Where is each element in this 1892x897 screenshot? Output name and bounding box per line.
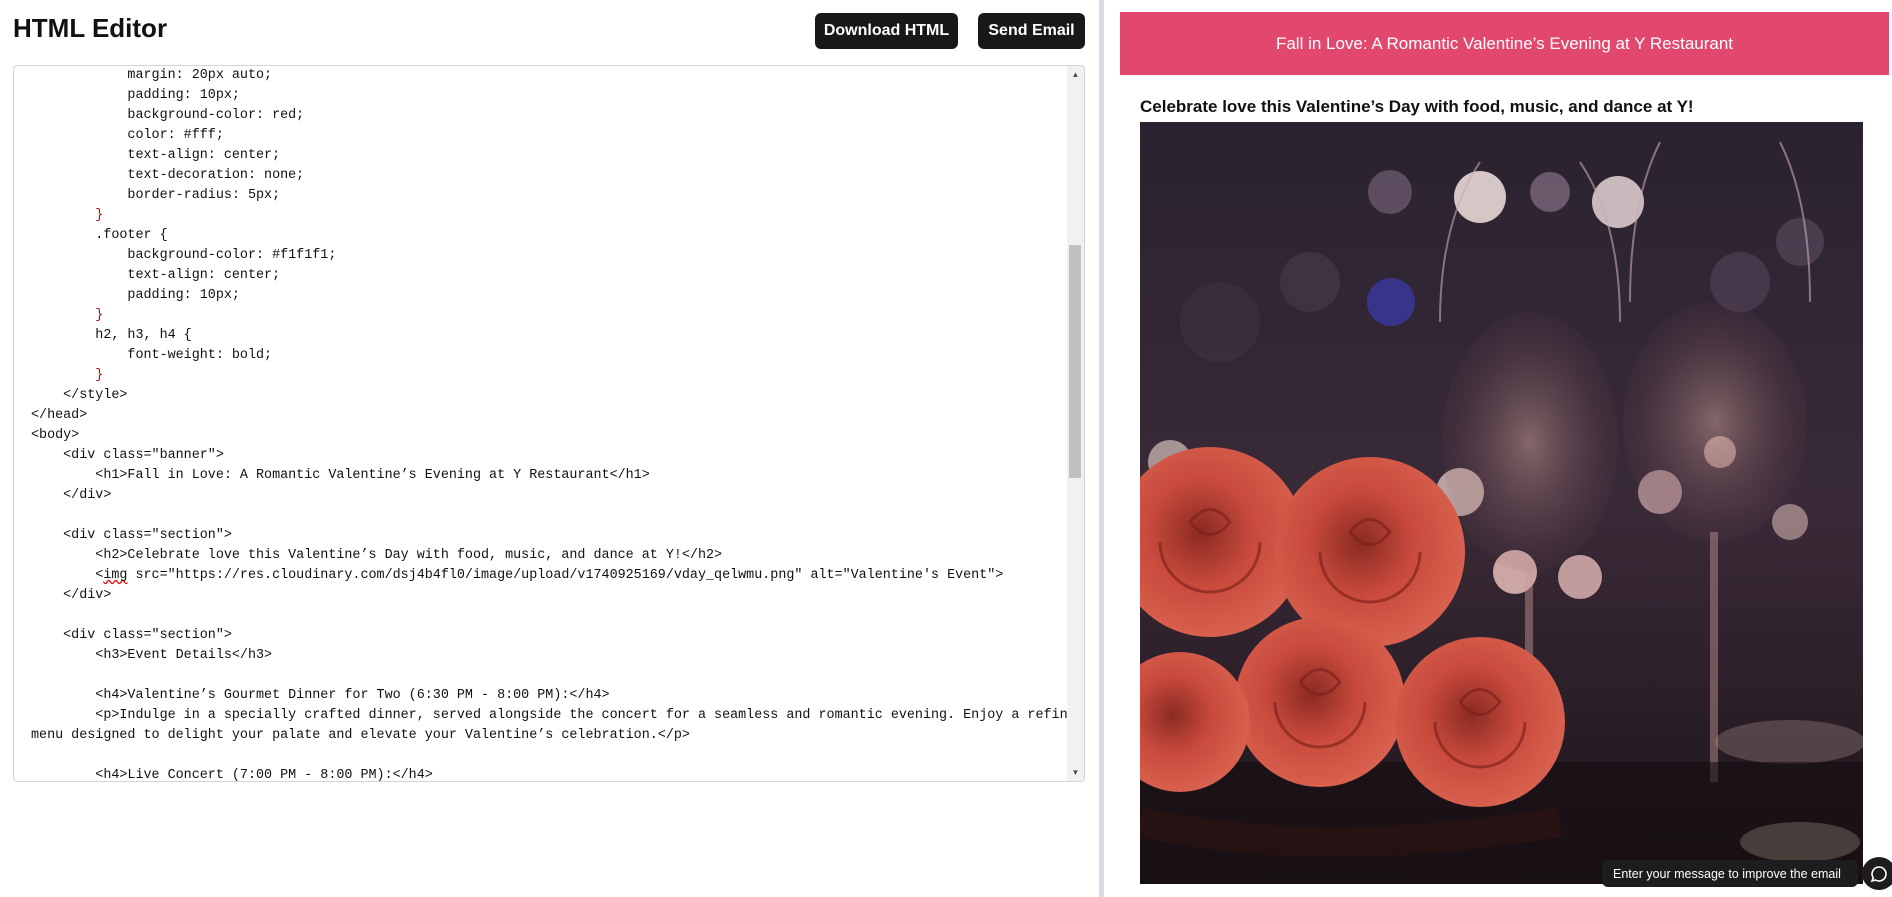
code-text[interactable]: margin: 20px auto; padding: 10px; backgr… [14, 66, 1068, 781]
page-title: HTML Editor [13, 13, 168, 43]
code-line[interactable]: text-decoration: none; [31, 166, 1068, 186]
code-line[interactable] [31, 666, 1068, 686]
code-line[interactable]: <h1>Fall in Love: A Romantic Valentine’s… [31, 466, 1068, 486]
code-line[interactable] [31, 506, 1068, 526]
preview-panel: Fall in Love: A Romantic Valentine’s Eve… [1104, 0, 1892, 897]
code-line[interactable]: text-align: center; [31, 146, 1068, 166]
code-line[interactable]: padding: 10px; [31, 86, 1068, 106]
code-line[interactable]: <div class="section"> [31, 526, 1068, 546]
chat-bubble-icon[interactable] [1862, 857, 1892, 890]
code-line[interactable]: color: #fff; [31, 126, 1068, 146]
code-line[interactable]: </head> [31, 406, 1068, 426]
code-line[interactable]: } [31, 206, 1068, 226]
code-line[interactable]: } [31, 366, 1068, 386]
code-line[interactable]: </style> [31, 386, 1068, 406]
code-line[interactable]: <body> [31, 426, 1068, 446]
code-line[interactable]: <div class="section"> [31, 626, 1068, 646]
code-line[interactable]: <h2>Celebrate love this Valentine’s Day … [31, 546, 1068, 566]
code-line[interactable]: font-weight: bold; [31, 346, 1068, 366]
code-line[interactable]: </div> [31, 486, 1068, 506]
code-line[interactable]: <p>Indulge in a specially crafted dinner… [31, 706, 1068, 726]
code-line[interactable]: <img src="https://res.cloudinary.com/dsj… [31, 566, 1068, 586]
code-line[interactable]: <h4>Live Concert (7:00 PM - 8:00 PM):</h… [31, 766, 1068, 781]
scrollbar-thumb[interactable] [1069, 245, 1081, 478]
code-line[interactable] [31, 746, 1068, 766]
scroll-up-icon[interactable]: ▲ [1067, 66, 1084, 83]
code-line[interactable]: h2, h3, h4 { [31, 326, 1068, 346]
code-line[interactable]: menu designed to delight your palate and… [31, 726, 1068, 746]
code-line[interactable]: padding: 10px; [31, 286, 1068, 306]
editor-scrollbar[interactable]: ▲ ▼ [1067, 66, 1084, 781]
chat-message-input[interactable]: Enter your message to improve the email [1602, 860, 1858, 887]
code-line[interactable]: </div> [31, 586, 1068, 606]
code-line[interactable]: <div class="banner"> [31, 446, 1068, 466]
code-line[interactable]: text-align: center; [31, 266, 1068, 286]
send-email-button[interactable]: Send Email [978, 13, 1085, 49]
code-line[interactable] [31, 606, 1068, 626]
editor-panel: HTML Editor Download HTML Send Email mar… [0, 0, 1098, 897]
code-line[interactable]: background-color: red; [31, 106, 1068, 126]
preview-heading: Celebrate love this Valentine’s Day with… [1140, 97, 1694, 116]
preview-banner: Fall in Love: A Romantic Valentine’s Eve… [1120, 12, 1889, 75]
code-line[interactable]: <h3>Event Details</h3> [31, 646, 1068, 666]
code-line[interactable]: .footer { [31, 226, 1068, 246]
code-line[interactable]: background-color: #f1f1f1; [31, 246, 1068, 266]
code-line[interactable]: margin: 20px auto; [31, 66, 1068, 86]
code-line[interactable]: } [31, 306, 1068, 326]
download-html-button[interactable]: Download HTML [815, 13, 958, 49]
preview-image [1140, 122, 1863, 884]
scroll-down-icon[interactable]: ▼ [1067, 764, 1084, 781]
code-editor[interactable]: margin: 20px auto; padding: 10px; backgr… [13, 65, 1085, 782]
code-line[interactable]: <h4>Valentine’s Gourmet Dinner for Two (… [31, 686, 1068, 706]
code-line[interactable]: border-radius: 5px; [31, 186, 1068, 206]
roses-wine-photo [1140, 122, 1863, 884]
app-root: HTML Editor Download HTML Send Email mar… [0, 0, 1892, 897]
